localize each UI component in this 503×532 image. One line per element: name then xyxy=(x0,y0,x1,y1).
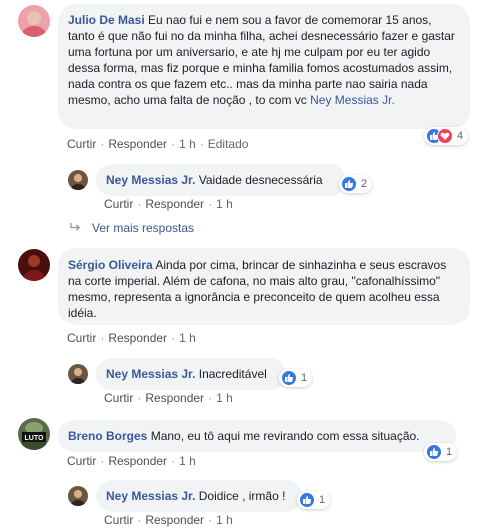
reply-author[interactable]: Ney Messias Jr. xyxy=(106,489,195,503)
separator-dot: · xyxy=(137,513,142,527)
mention-link[interactable]: Ney Messias Jr. xyxy=(310,93,395,107)
more-replies-label[interactable]: Ver mais respostas xyxy=(92,221,194,235)
like-button[interactable]: Curtir xyxy=(104,513,133,527)
like-reaction-icon xyxy=(426,444,442,460)
avatar-ney[interactable] xyxy=(68,170,88,190)
separator-dot: · xyxy=(137,197,142,211)
reactions-count: 1 xyxy=(319,494,326,506)
timestamp[interactable]: 1 h xyxy=(216,391,233,405)
separator-dot: · xyxy=(100,454,105,468)
reply-arrow-icon xyxy=(70,221,84,235)
reply-button[interactable]: Responder xyxy=(108,331,167,345)
comment-text: Eu nao fui e nem sou a favor de comemora… xyxy=(68,13,455,107)
reply-reactions[interactable]: 1 xyxy=(297,491,331,509)
reply-button[interactable]: Responder xyxy=(108,137,167,151)
comment-actions: Curtir · Responder · 1 h · Editado xyxy=(67,137,248,151)
separator-dot: · xyxy=(171,137,176,151)
timestamp[interactable]: 1 h xyxy=(179,454,196,468)
reactions-count: 2 xyxy=(361,178,368,190)
avatar-ney[interactable] xyxy=(68,486,88,506)
reply-actions: Curtir · Responder · 1 h xyxy=(104,391,233,405)
avatar-julio[interactable] xyxy=(18,5,50,37)
timestamp[interactable]: 1 h xyxy=(179,137,196,151)
reply-text: Inacreditável xyxy=(195,367,267,381)
timestamp[interactable]: 1 h xyxy=(216,513,233,527)
separator-dot: · xyxy=(208,391,213,405)
comment-bubble: Sérgio Oliveira Ainda por cima, brincar … xyxy=(58,248,470,325)
reactions-count: 1 xyxy=(301,372,308,384)
more-replies-link[interactable]: Ver mais respostas xyxy=(70,221,194,235)
comment-actions: Curtir · Responder · 1 h xyxy=(67,331,196,345)
separator-dot: · xyxy=(137,391,142,405)
comment-author[interactable]: Breno Borges xyxy=(68,429,147,443)
reply-reactions[interactable]: 1 xyxy=(279,369,313,387)
edited-label[interactable]: Editado xyxy=(208,137,249,151)
reply-bubble: Ney Messias Jr. Vaidade desnecessária xyxy=(96,164,346,196)
reactions-summary[interactable]: 4 xyxy=(424,127,469,145)
reply-author[interactable]: Ney Messias Jr. xyxy=(106,173,195,187)
separator-dot: · xyxy=(208,197,213,211)
reply-button[interactable]: Responder xyxy=(145,197,204,211)
comment-actions: Curtir · Responder · 1 h xyxy=(67,454,196,468)
like-button[interactable]: Curtir xyxy=(67,454,96,468)
separator-dot: · xyxy=(171,454,176,468)
avatar-sergio[interactable] xyxy=(18,249,50,281)
timestamp[interactable]: 1 h xyxy=(179,331,196,345)
reactions-count: 4 xyxy=(457,130,464,142)
like-reaction-icon xyxy=(341,176,357,192)
timestamp[interactable]: 1 h xyxy=(216,197,233,211)
comment-author[interactable]: Sérgio Oliveira xyxy=(68,258,153,272)
reply-actions: Curtir · Responder · 1 h xyxy=(104,197,233,211)
avatar-ney[interactable] xyxy=(68,364,88,384)
like-button[interactable]: Curtir xyxy=(104,391,133,405)
separator-dot: · xyxy=(171,331,176,345)
separator-dot: · xyxy=(199,137,204,151)
reactions-count: 1 xyxy=(446,446,453,458)
separator-dot: · xyxy=(208,513,213,527)
reply-author[interactable]: Ney Messias Jr. xyxy=(106,367,195,381)
reply-reactions[interactable]: 2 xyxy=(339,175,373,193)
reactions-summary[interactable]: 1 xyxy=(424,443,458,461)
like-button[interactable]: Curtir xyxy=(67,137,96,151)
reply-bubble: Ney Messias Jr. Inacreditável xyxy=(96,358,286,390)
reply-button[interactable]: Responder xyxy=(145,513,204,527)
love-reaction-icon xyxy=(437,128,453,144)
like-button[interactable]: Curtir xyxy=(67,331,96,345)
comment-bubble: Julio De Masi Eu nao fui e nem sou a fav… xyxy=(58,4,470,129)
reply-text: Doidice , irmão ! xyxy=(195,489,286,503)
like-reaction-icon xyxy=(281,370,297,386)
reply-button[interactable]: Responder xyxy=(145,391,204,405)
like-reaction-icon xyxy=(299,492,315,508)
avatar-luto-text: LUTO xyxy=(25,435,44,442)
reply-bubble: Ney Messias Jr. Doidice , irmão ! xyxy=(96,480,302,512)
reply-text: Vaidade desnecessária xyxy=(195,173,323,187)
avatar-breno[interactable]: LUTO xyxy=(18,418,50,450)
reply-actions: Curtir · Responder · 1 h xyxy=(104,513,233,527)
separator-dot: · xyxy=(100,137,105,151)
comment-author[interactable]: Julio De Masi xyxy=(68,13,145,27)
comment-bubble: Breno Borges Mano, eu tô aqui me reviran… xyxy=(58,420,456,452)
separator-dot: · xyxy=(100,331,105,345)
like-button[interactable]: Curtir xyxy=(104,197,133,211)
comment-text: Mano, eu tô aqui me revirando com essa s… xyxy=(147,429,420,443)
reply-button[interactable]: Responder xyxy=(108,454,167,468)
